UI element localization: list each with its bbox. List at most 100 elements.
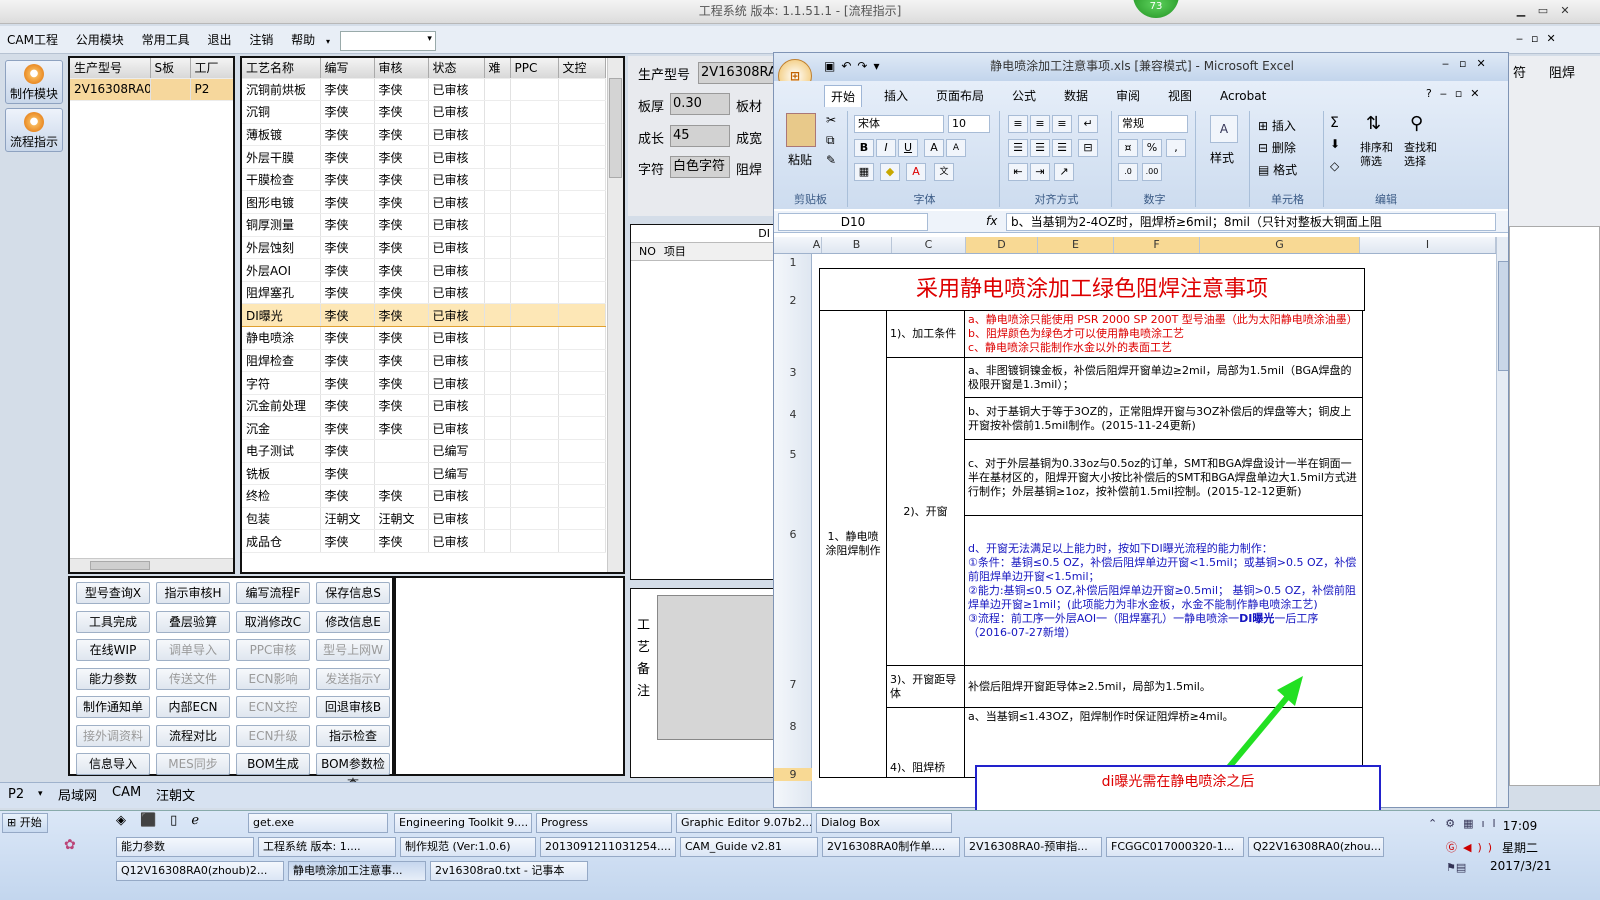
action-button[interactable]: 型号查询X <box>76 582 150 604</box>
status-cell[interactable]: 已审核 <box>428 100 485 124</box>
process-name-cell[interactable]: 电子测试 <box>242 439 321 463</box>
taskbar-item[interactable]: 2V16308RA0制作单.... <box>822 837 960 857</box>
maximize-icon[interactable]: ▭ <box>1536 4 1550 18</box>
copy-icon[interactable]: ⧉ <box>826 133 835 148</box>
flow-guide-button[interactable]: ● 流程指示 <box>5 108 63 152</box>
length-field[interactable]: 45 <box>670 125 730 147</box>
writer-cell[interactable]: 汪朝文 <box>320 507 375 531</box>
comma-icon[interactable]: , <box>1166 139 1186 157</box>
doc-cell[interactable] <box>558 100 606 124</box>
table-row[interactable]: 沉金前处理 李侠 李侠 已审核 <box>242 394 606 418</box>
taskbar-item[interactable]: 制作规范 (Ver:1.0.6) <box>400 837 536 857</box>
ribbon-tab-data[interactable]: 数据 <box>1058 85 1094 107</box>
doc-cell[interactable] <box>558 462 606 486</box>
reviewer-cell[interactable]: 李侠 <box>374 123 429 147</box>
process-name-cell[interactable]: 成品仓 <box>242 529 321 553</box>
table-row[interactable]: 干膜检查 李侠 李侠 已审核 <box>242 168 606 192</box>
difficulty-cell[interactable] <box>484 349 511 373</box>
process-header-ppc[interactable]: PPC <box>510 58 559 79</box>
paste-label[interactable]: 粘贴 <box>788 151 812 168</box>
reviewer-cell[interactable]: 李侠 <box>374 145 429 169</box>
process-name-cell[interactable]: 图形电镀 <box>242 190 321 215</box>
difficulty-cell[interactable] <box>484 371 511 395</box>
difficulty-cell[interactable] <box>484 168 511 192</box>
col-header[interactable]: G <box>1200 237 1360 253</box>
taskbar-item[interactable]: 能力参数 <box>116 837 254 857</box>
writer-cell[interactable]: 李侠 <box>320 123 375 147</box>
reviewer-cell[interactable]: 李侠 <box>374 213 429 237</box>
difficulty-cell[interactable] <box>484 484 511 508</box>
increase-decimal-icon[interactable]: .0 <box>1118 163 1138 181</box>
format-painter-icon[interactable]: ✎ <box>826 153 836 167</box>
writer-cell[interactable]: 李侠 <box>320 484 375 508</box>
start-button[interactable]: ⊞ 开始 <box>2 813 48 833</box>
action-button[interactable]: 工具完成 <box>76 610 150 633</box>
action-button[interactable]: 保存信息S <box>316 582 390 604</box>
align-right-icon[interactable]: ☰ <box>1052 139 1072 157</box>
bold-icon[interactable]: B <box>854 139 874 157</box>
content-cell[interactable]: d、开窗无法满足以上能力时，按如下DI曝光流程的能力制作： ①条件：基铜≤0.5… <box>964 515 1363 666</box>
thickness-field[interactable]: 0.30 <box>670 93 730 115</box>
writer-cell[interactable]: 李侠 <box>320 303 375 328</box>
status-cell[interactable]: 已审核 <box>428 123 485 147</box>
process-name-cell[interactable]: 阻焊塞孔 <box>242 281 321 305</box>
status-cell[interactable]: 已审核 <box>428 213 485 237</box>
sort-filter-icon[interactable]: ⇅ <box>1366 113 1381 134</box>
fill-icon[interactable]: ⬇ <box>1330 137 1340 151</box>
action-button[interactable]: BOM生成 <box>236 753 310 775</box>
underline-icon[interactable]: U <box>898 139 918 157</box>
ppc-cell[interactable] <box>510 213 559 237</box>
status-cell[interactable]: 已审核 <box>428 78 485 102</box>
taskbar-item[interactable]: Q12V16308RA0(zhoub)2... <box>116 861 284 881</box>
reviewer-cell[interactable]: 李侠 <box>374 484 429 508</box>
writer-cell[interactable]: 李侠 <box>320 326 375 350</box>
table-row[interactable]: 薄板镀 李侠 李侠 已审核 <box>242 123 606 147</box>
process-name-cell[interactable]: 铣板 <box>242 462 321 486</box>
row-header[interactable]: 7 <box>774 678 812 691</box>
menu-exit[interactable]: 退出 <box>200 26 238 54</box>
reviewer-cell[interactable]: 李侠 <box>374 394 429 418</box>
ribbon-help-controls[interactable]: ?‒▫✕ <box>1426 87 1488 100</box>
subsection-cell[interactable]: 4)、阻焊桥 <box>886 707 965 778</box>
status-cell[interactable]: 已审核 <box>428 168 485 192</box>
reviewer-cell[interactable]: 李侠 <box>374 349 429 373</box>
writer-cell[interactable]: 李侠 <box>320 394 375 418</box>
grow-font-icon[interactable]: A <box>924 139 944 157</box>
status-cell[interactable]: 已审核 <box>428 484 485 508</box>
col-header[interactable]: F <box>1114 237 1200 253</box>
process-header-difficulty[interactable]: 难 <box>484 58 511 79</box>
scroll-thumb[interactable] <box>90 561 150 570</box>
difficulty-cell[interactable] <box>484 123 511 147</box>
status-factory[interactable]: P2 <box>8 787 24 802</box>
ppc-cell[interactable] <box>510 168 559 192</box>
taskbar-item[interactable]: FCGGC017000320-1... <box>1106 837 1244 857</box>
difficulty-cell[interactable] <box>484 281 511 305</box>
difficulty-cell[interactable] <box>484 507 511 531</box>
reviewer-cell[interactable]: 李侠 <box>374 236 429 260</box>
taskbar-item[interactable]: 2013091211031254.... <box>540 837 676 857</box>
ppc-cell[interactable] <box>510 394 559 418</box>
process-name-cell[interactable]: 沉铜前烘板 <box>242 78 321 102</box>
process-name-cell[interactable]: 阻焊检查 <box>242 349 321 373</box>
status-cell[interactable]: 已审核 <box>428 416 485 440</box>
wrap-text-icon[interactable]: ↵ <box>1078 115 1098 133</box>
order-model-cell[interactable]: 2V16308RA0 <box>70 78 151 102</box>
sort-filter-label[interactable]: 排序和筛选 <box>1360 141 1400 169</box>
quicklaunch-icon[interactable]: ✿ <box>64 837 76 853</box>
model-field[interactable]: 2V16308RA0 <box>698 62 776 84</box>
doc-cell[interactable] <box>558 326 606 350</box>
status-cell[interactable]: 已审核 <box>428 236 485 260</box>
merge-cells-icon[interactable]: ⊟ <box>1078 139 1098 157</box>
clock-time[interactable]: 17:09 <box>1490 819 1550 833</box>
size-select[interactable]: 10 <box>948 115 990 133</box>
content-cell[interactable]: c、对于外层基铜为0.33oz与0.5oz的订单，SMT和BGA焊盘设计一半在铜… <box>964 439 1363 516</box>
col-header[interactable]: C <box>892 237 966 253</box>
process-name-cell[interactable]: DI曝光 <box>242 303 321 328</box>
process-header-name[interactable]: 工艺名称 <box>242 58 321 79</box>
process-header-status[interactable]: 状态 <box>428 58 485 79</box>
reviewer-cell[interactable]: 李侠 <box>374 168 429 192</box>
writer-cell[interactable]: 李侠 <box>320 145 375 169</box>
difficulty-cell[interactable] <box>484 303 511 328</box>
table-row[interactable]: 包装 汪朝文 汪朝文 已审核 <box>242 507 606 531</box>
sheet-title[interactable]: 采用静电喷涂加工绿色阻焊注意事项 <box>818 268 1366 311</box>
